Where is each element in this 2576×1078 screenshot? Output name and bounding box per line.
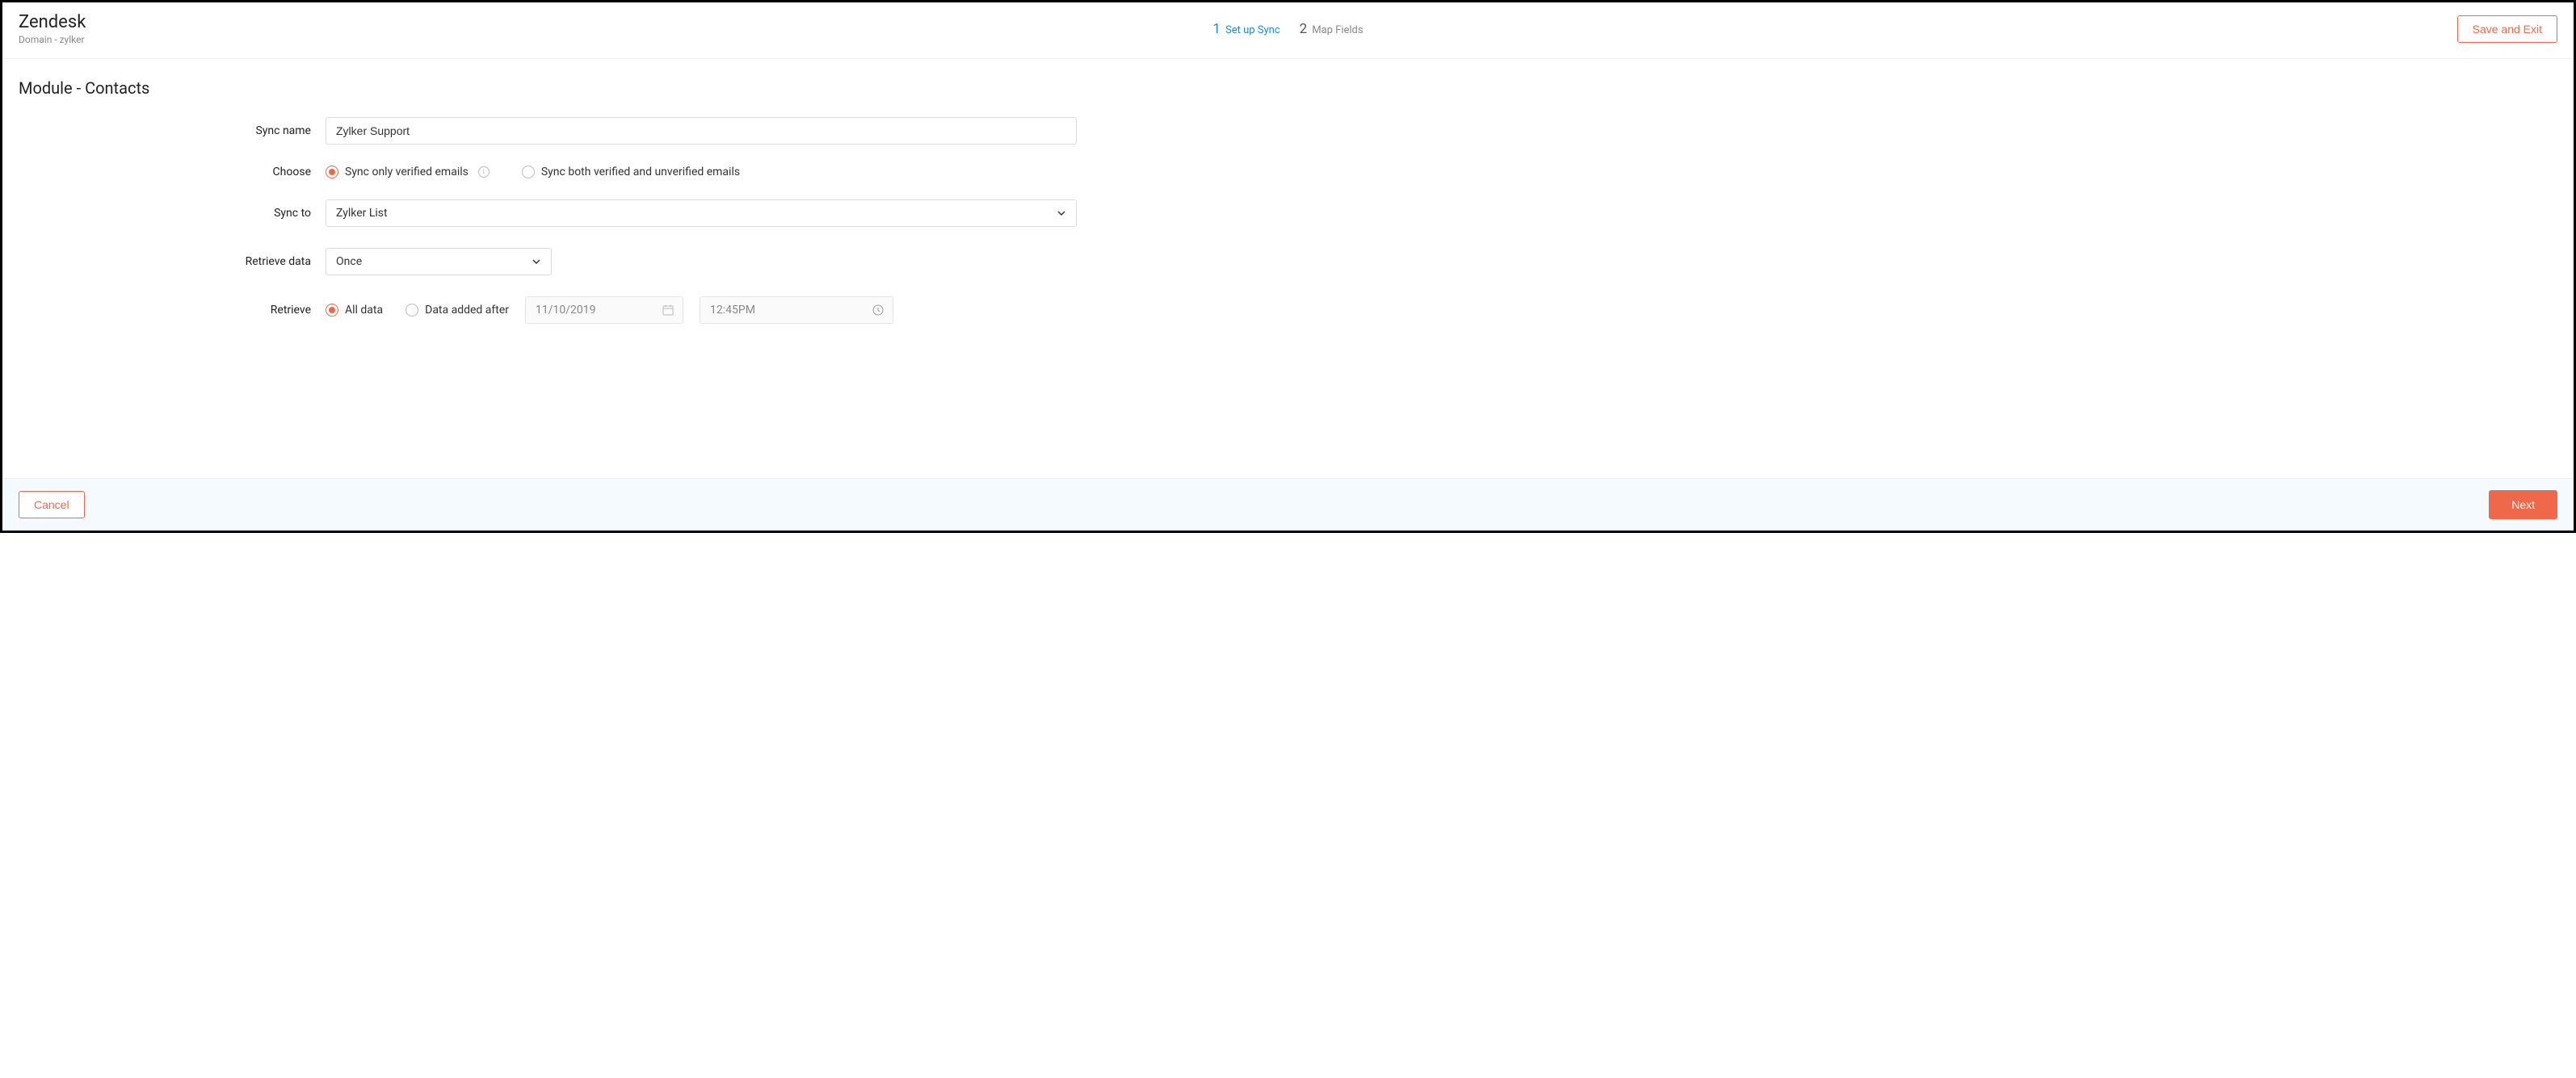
date-input[interactable]: 11/10/2019 [525,296,683,324]
label-retrieve-data: Retrieve data [19,255,326,268]
header-right: Save and Exit [2457,15,2557,43]
save-and-exit-button[interactable]: Save and Exit [2457,15,2557,43]
header-left: Zendesk Domain - zylker [19,12,86,45]
step-map-fields[interactable]: 2 Map Fields [1300,21,1364,37]
radio-all-data[interactable]: All data [326,304,383,317]
radio-circle-icon [522,166,535,178]
time-value: 12:45PM [710,304,755,317]
syncign-to-select[interactable]: Zylker List [326,199,1077,227]
radio-label: All data [345,304,383,317]
cancel-button[interactable]: Cancel [19,491,85,518]
step-label: Map Fields [1312,24,1363,36]
footer-bar: Cancel Next [2,478,2574,531]
radio-circle-icon [326,166,338,178]
label-choose: Choose [19,166,326,178]
step-setup-sync[interactable]: 1 Set up Sync [1212,21,1280,37]
label-retrieve: Retrieve [19,304,326,317]
wizard-steps: 1 Set up Sync 2 Map Fields [1212,21,1363,37]
chevron-down-icon [1057,208,1066,218]
label-sync-name: Sync name [19,124,326,137]
radio-sync-both[interactable]: Sync both verified and unverified emails [522,166,740,178]
label-sync-to: Sync to [19,207,326,220]
info-icon[interactable]: i [478,166,490,178]
sync-form: Sync name Choose Sync only verified emai… [19,117,1085,324]
radio-data-added-after[interactable]: Data added after [406,304,509,317]
sync-name-input[interactable] [326,117,1077,145]
radio-circle-icon [406,304,418,317]
select-value: Zylker List [336,207,388,220]
row-choose: Choose Sync only verified emails i Sync … [19,166,1085,178]
row-sync-to: Sync to Zylker List [19,199,1085,227]
radio-label: Sync only verified emails [345,166,469,178]
time-input[interactable]: 12:45PM [700,296,893,324]
row-sync-name: Sync name [19,117,1085,145]
select-value: Once [336,255,362,268]
radio-circle-icon [326,304,338,317]
date-value: 11/10/2019 [536,304,596,317]
radio-label: Sync both verified and unverified emails [541,166,740,178]
domain-subtitle: Domain - zylker [19,34,86,45]
next-button[interactable]: Next [2489,490,2557,519]
retrieve-data-select[interactable]: Once [326,248,552,275]
step-label: Set up Sync [1225,24,1280,36]
clock-icon [872,304,885,317]
radio-sync-verified[interactable]: Sync only verified emails i [326,166,490,178]
row-retrieve-data: Retrieve data Once [19,248,1085,275]
row-retrieve: Retrieve All data Data added after 1 [19,296,1085,324]
radio-label: Data added after [425,304,509,317]
step-number: 1 [1212,21,1221,37]
app-title: Zendesk [19,12,86,32]
module-title: Module - Contacts [19,78,2557,98]
form-section: Module - Contacts Sync name Choose Sync … [2,59,2574,478]
choose-radio-group: Sync only verified emails i Sync both ve… [326,166,740,178]
chevron-down-icon [532,257,541,266]
calendar-icon [662,304,674,317]
retrieve-radio-group: All data Data added after [326,304,509,317]
step-number: 2 [1300,21,1308,37]
header-bar: Zendesk Domain - zylker 1 Set up Sync 2 … [2,2,2574,59]
